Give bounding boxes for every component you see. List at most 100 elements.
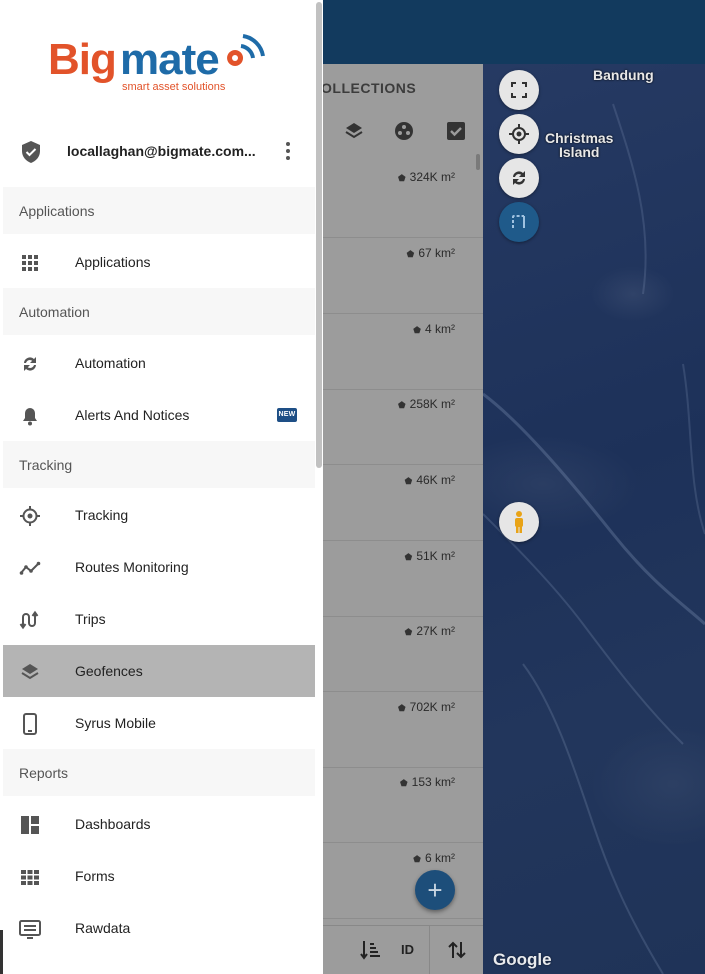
section-title: Applications bbox=[19, 203, 95, 219]
drawer-item-tracking[interactable]: Tracking bbox=[3, 489, 315, 541]
grid-icon bbox=[22, 255, 38, 271]
geofence-area: 6 km² bbox=[413, 851, 455, 865]
svg-text:smart asset solutions: smart asset solutions bbox=[122, 81, 226, 93]
drawer-item-routes-monitoring[interactable]: Routes Monitoring bbox=[3, 541, 315, 593]
geofence-row[interactable]: 67 km² bbox=[315, 238, 483, 314]
section-title: Reports bbox=[19, 765, 69, 781]
add-geofence-button[interactable]: + bbox=[415, 870, 455, 910]
dashboard-icon bbox=[21, 816, 39, 834]
route-icon bbox=[19, 561, 41, 575]
drawer-item-automation[interactable]: Automation bbox=[3, 337, 315, 389]
drawer-item-label: Trips bbox=[75, 611, 106, 627]
crosshair-icon bbox=[20, 506, 40, 526]
geofence-row[interactable]: 702K m² bbox=[315, 692, 483, 768]
drawer-item-syrus-mobile[interactable]: Syrus Mobile bbox=[3, 697, 315, 749]
bell-icon bbox=[23, 408, 37, 426]
geofence-area: 67 km² bbox=[406, 246, 455, 260]
swap-vertical-icon bbox=[448, 941, 466, 959]
sort-field-label[interactable]: ID bbox=[401, 942, 414, 957]
table-grid-icon bbox=[21, 870, 39, 885]
drawer-item-alerts-and-notices[interactable]: Alerts And Notices NEW bbox=[3, 389, 315, 441]
geofence-row[interactable]: 4 km² bbox=[315, 314, 483, 390]
drawer-item-label: Tracking bbox=[75, 507, 129, 523]
geofence-area: 153 km² bbox=[400, 775, 455, 789]
geofence-area: 51K m² bbox=[404, 549, 455, 563]
refresh-button[interactable] bbox=[499, 158, 539, 198]
trips-icon bbox=[19, 610, 39, 630]
geofence-row[interactable]: 6 km² bbox=[315, 843, 483, 919]
map-label-bandung: Bandung bbox=[593, 67, 654, 83]
groups-icon bbox=[395, 122, 413, 140]
drawer-item-trips[interactable]: Trips bbox=[3, 593, 315, 645]
user-email: locallaghan@bigmate.com... bbox=[67, 143, 256, 159]
shape-select-icon bbox=[512, 215, 525, 228]
collections-footer: ID bbox=[315, 925, 483, 974]
geofence-row[interactable]: 51K m² bbox=[315, 541, 483, 617]
geofence-row[interactable]: 153 km² bbox=[315, 767, 483, 843]
select-all-checkbox[interactable] bbox=[445, 120, 467, 147]
drawer-item-label: Applications bbox=[75, 254, 151, 270]
sync-icon bbox=[24, 357, 36, 371]
drawer-scrollbar[interactable] bbox=[316, 2, 322, 468]
navigation-drawer: Big mate smart asset solutions locallagh… bbox=[0, 0, 323, 974]
footer-divider bbox=[429, 926, 430, 974]
bigmate-logo: Big mate smart asset solutions bbox=[48, 34, 265, 93]
map-label-christmas-island: Christmas Island bbox=[545, 130, 614, 160]
layers-icon bbox=[345, 123, 363, 139]
new-badge: NEW bbox=[277, 408, 297, 422]
geofence-area: 324K m² bbox=[398, 170, 455, 184]
geofence-area: 4 km² bbox=[413, 322, 455, 336]
drawer-item-rawdata[interactable]: Rawdata bbox=[3, 902, 315, 954]
geofence-row[interactable]: 324K m² bbox=[315, 162, 483, 238]
sort-toggle-button[interactable] bbox=[447, 938, 467, 967]
drawer-item-label: Forms bbox=[75, 868, 115, 884]
section-header-tracking: Tracking bbox=[3, 441, 315, 488]
drawer-item-geofences[interactable]: Geofences bbox=[3, 645, 315, 697]
draw-shape-button[interactable] bbox=[499, 202, 539, 242]
sort-descending-icon bbox=[360, 941, 380, 960]
crosshair-icon bbox=[509, 124, 529, 144]
geofence-row[interactable]: 27K m² bbox=[315, 616, 483, 692]
drawer-item-applications[interactable]: Applications bbox=[3, 236, 315, 288]
street-view-button[interactable] bbox=[499, 502, 539, 542]
svg-text:mate: mate bbox=[120, 35, 219, 84]
layers-icon bbox=[21, 664, 39, 680]
section-title: Tracking bbox=[19, 457, 73, 473]
fullscreen-icon bbox=[511, 82, 527, 98]
drawer-item-dashboards[interactable]: Dashboards bbox=[3, 798, 315, 850]
drawer-edge-shadow bbox=[0, 930, 3, 974]
user-account-row[interactable]: locallaghan@bigmate.com... bbox=[0, 124, 315, 178]
geofence-area: 46K m² bbox=[404, 473, 455, 487]
geofence-row[interactable]: 46K m² bbox=[315, 465, 483, 541]
geofence-area: 702K m² bbox=[398, 700, 455, 714]
drawer-item-label: Routes Monitoring bbox=[75, 559, 189, 575]
collections-panel: OLLECTIONS 324K m² 67 km² 4 km² 258K m² … bbox=[315, 64, 483, 974]
drawer-item-label: Geofences bbox=[75, 663, 143, 679]
drawer-item-label: Syrus Mobile bbox=[75, 715, 156, 731]
section-header-reports: Reports bbox=[3, 749, 315, 796]
section-header-applications: Applications bbox=[3, 187, 315, 234]
drawer-item-label: Dashboards bbox=[75, 816, 151, 832]
collections-title: OLLECTIONS bbox=[321, 80, 417, 96]
groups-filter-button[interactable] bbox=[393, 120, 415, 147]
section-title: Automation bbox=[19, 304, 90, 320]
drawer-item-forms[interactable]: Forms bbox=[3, 850, 315, 902]
layers-filter-button[interactable] bbox=[343, 120, 365, 147]
collections-header: OLLECTIONS bbox=[315, 64, 483, 114]
pegman-icon bbox=[515, 511, 523, 533]
plus-icon: + bbox=[427, 874, 443, 905]
shield-check-icon bbox=[22, 141, 40, 163]
phone-icon bbox=[23, 713, 37, 735]
section-header-automation: Automation bbox=[3, 288, 315, 335]
svg-text:Big: Big bbox=[48, 35, 116, 84]
locate-button[interactable] bbox=[499, 114, 539, 154]
fullscreen-button[interactable] bbox=[499, 70, 539, 110]
google-attribution: Google bbox=[493, 950, 552, 969]
geofence-area: 258K m² bbox=[398, 397, 455, 411]
collections-toolbar bbox=[315, 120, 483, 150]
sort-order-button[interactable] bbox=[359, 938, 383, 967]
drawer-item-label: Alerts And Notices bbox=[75, 407, 190, 423]
satellite-map[interactable]: Bandung Christmas Island Google bbox=[483, 64, 705, 974]
geofence-row[interactable]: 258K m² bbox=[315, 389, 483, 465]
more-vertical-icon[interactable] bbox=[282, 140, 294, 162]
